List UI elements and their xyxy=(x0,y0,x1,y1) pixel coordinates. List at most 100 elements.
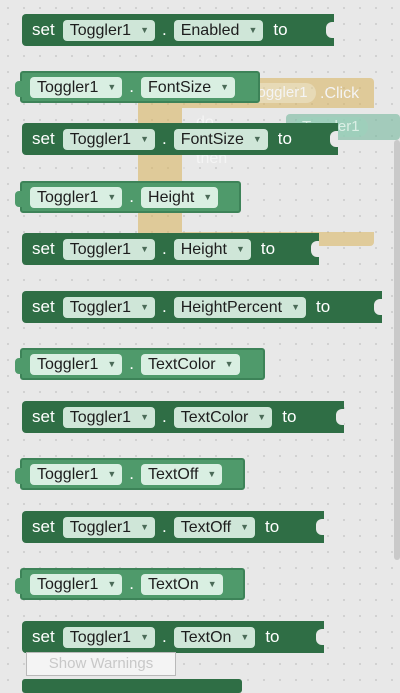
property-label: TextOn xyxy=(148,575,199,593)
setter-block[interactable]: set Toggler1 ▼. Height ▼ to xyxy=(22,233,319,265)
property-dropdown[interactable]: Height ▼ xyxy=(141,186,219,208)
value-input-socket xyxy=(330,131,338,147)
property-dropdown[interactable]: TextColor ▼ xyxy=(173,406,273,428)
event-name: .Click xyxy=(320,85,360,102)
property-dropdown[interactable]: Enabled ▼ xyxy=(173,19,264,41)
output-plug xyxy=(15,578,24,594)
component-dropdown[interactable]: Toggler1 ▼ xyxy=(30,76,123,98)
value-input-socket xyxy=(336,409,344,425)
component-label: Toggler1 xyxy=(69,518,132,536)
property-label: Enabled xyxy=(180,21,240,39)
component-label: Toggler1 xyxy=(69,130,132,148)
to-keyword: to xyxy=(265,517,280,536)
set-keyword: set xyxy=(32,20,55,39)
triangle-down-icon: ▼ xyxy=(107,468,117,479)
setter-block[interactable]: set Toggler1 ▼. FontSize ▼ to xyxy=(22,123,338,155)
dot-separator: . xyxy=(129,187,135,206)
triangle-down-icon: ▼ xyxy=(107,191,117,202)
triangle-down-icon: ▼ xyxy=(207,578,217,589)
component-dropdown[interactable]: Toggler1 ▼ xyxy=(62,19,155,41)
property-label: FontSize xyxy=(180,130,244,148)
dot-separator: . xyxy=(161,297,167,316)
triangle-down-icon: ▼ xyxy=(252,133,262,144)
set-keyword: set xyxy=(32,407,55,426)
component-label: Toggler1 xyxy=(69,628,132,646)
property-label: TextColor xyxy=(148,355,216,373)
component-dropdown[interactable]: Toggler1 ▼ xyxy=(62,406,155,428)
value-input-socket xyxy=(311,241,319,257)
property-dropdown[interactable]: Height ▼ xyxy=(173,238,251,260)
component-label: Toggler1 xyxy=(69,298,132,316)
getter-block[interactable]: Toggler1 ▼. TextOn ▼ xyxy=(15,568,245,600)
property-dropdown[interactable]: TextOn ▼ xyxy=(141,573,223,595)
component-dropdown[interactable]: Toggler1 ▼ xyxy=(30,573,123,595)
component-dropdown[interactable]: Toggler1 ▼ xyxy=(62,296,155,318)
triangle-down-icon: ▼ xyxy=(140,301,149,312)
component-dropdown[interactable]: Toggler1 ▼ xyxy=(62,128,155,150)
dot-separator: . xyxy=(161,517,167,536)
triangle-down-icon: ▼ xyxy=(140,24,149,35)
component-dropdown[interactable]: Toggler1 ▼ xyxy=(30,186,123,208)
dot-separator: . xyxy=(161,627,167,646)
component-label: Toggler1 xyxy=(37,188,99,206)
component-label: Toggler1 xyxy=(69,240,132,258)
triangle-down-icon: ▼ xyxy=(224,358,234,369)
show-warnings-button[interactable]: Show Warnings xyxy=(26,652,176,676)
component-dropdown[interactable]: Toggler1 ▼ xyxy=(62,238,155,260)
workspace-scrollbar[interactable] xyxy=(394,140,400,560)
to-keyword: to xyxy=(282,407,297,426)
set-keyword: set xyxy=(32,297,55,316)
triangle-down-icon: ▼ xyxy=(140,411,149,422)
property-dropdown[interactable]: TextOn ▼ xyxy=(173,626,256,648)
dot-separator: . xyxy=(161,239,167,258)
property-dropdown[interactable]: TextOff ▼ xyxy=(173,516,256,538)
blocks-workspace[interactable]: Toggler1 .Click do then Toggler1 set Togg… xyxy=(0,0,400,693)
component-dropdown[interactable]: Toggler1 ▼ xyxy=(62,516,155,538)
dot-separator: . xyxy=(161,407,167,426)
triangle-down-icon: ▼ xyxy=(220,81,230,92)
setter-block[interactable]: set Toggler1 ▼. TextColor ▼ to xyxy=(22,401,344,433)
triangle-down-icon: ▼ xyxy=(140,243,149,254)
getter-block[interactable]: Toggler1 ▼. Height ▼ xyxy=(15,181,241,213)
triangle-down-icon: ▼ xyxy=(248,24,258,35)
property-dropdown[interactable]: TextColor ▼ xyxy=(141,353,240,375)
getter-block[interactable]: Toggler1 ▼. FontSize ▼ xyxy=(15,71,260,103)
set-keyword: set xyxy=(32,239,55,258)
component-label: Toggler1 xyxy=(37,465,99,483)
triangle-down-icon: ▼ xyxy=(140,521,149,532)
value-input-socket xyxy=(374,299,382,315)
component-label: Toggler1 xyxy=(69,21,132,39)
triangle-down-icon: ▼ xyxy=(107,358,117,369)
setter-block[interactable]: set Toggler1 ▼. TextOff ▼ to xyxy=(22,511,324,543)
value-input-socket xyxy=(316,629,324,645)
property-dropdown[interactable]: HeightPercent ▼ xyxy=(173,296,307,318)
setter-block[interactable]: set Toggler1 ▼. HeightPercent ▼ to xyxy=(22,291,382,323)
triangle-down-icon: ▼ xyxy=(235,243,245,254)
property-label: FontSize xyxy=(148,78,212,96)
property-dropdown[interactable]: TextOff ▼ xyxy=(141,463,223,485)
output-plug xyxy=(15,191,24,207)
value-input-socket xyxy=(326,22,334,38)
setter-block[interactable]: set Toggler1 ▼. Enabled ▼ to xyxy=(22,14,334,46)
getter-block[interactable]: Toggler1 ▼. TextOff ▼ xyxy=(15,458,245,490)
triangle-down-icon: ▼ xyxy=(257,411,267,422)
component-dropdown[interactable]: Toggler1 ▼ xyxy=(62,626,155,648)
set-keyword: set xyxy=(32,517,55,536)
triangle-down-icon: ▼ xyxy=(240,631,250,642)
set-keyword: set xyxy=(32,627,55,646)
component-dropdown[interactable]: Toggler1 ▼ xyxy=(30,353,123,375)
dot-separator: . xyxy=(161,129,167,148)
triangle-down-icon: ▼ xyxy=(240,521,250,532)
property-label: TextOff xyxy=(180,518,232,536)
setter-block[interactable]: set Toggler1 ▼. TextOn ▼ to xyxy=(22,621,324,653)
dot-separator: . xyxy=(129,574,135,593)
set-keyword: set xyxy=(32,129,55,148)
to-keyword: to xyxy=(260,239,276,258)
getter-block[interactable]: Toggler1 ▼. TextColor ▼ xyxy=(15,348,265,380)
component-dropdown[interactable]: Toggler1 ▼ xyxy=(30,463,123,485)
property-dropdown[interactable]: FontSize ▼ xyxy=(141,76,236,98)
to-keyword: to xyxy=(316,297,331,316)
dot-separator: . xyxy=(129,77,135,96)
property-label: HeightPercent xyxy=(180,298,283,316)
property-dropdown[interactable]: FontSize ▼ xyxy=(173,128,268,150)
